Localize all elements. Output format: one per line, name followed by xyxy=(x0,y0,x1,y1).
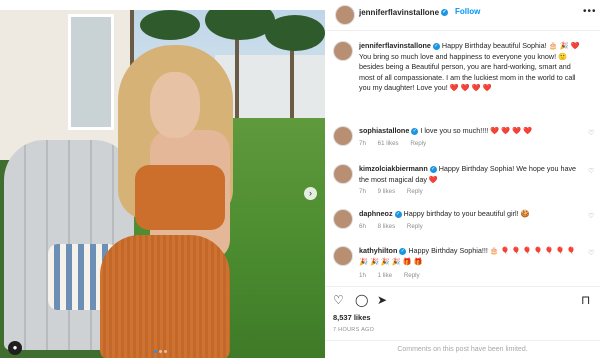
comment-likes[interactable]: 61 likes xyxy=(378,140,399,147)
header-username[interactable]: jenniferflavinstallone ✓ xyxy=(359,8,449,17)
bookmark-icon[interactable]: ⊓ xyxy=(581,293,590,307)
verified-icon: ✓ xyxy=(394,210,402,218)
comment-text: sophiastallone ✓ I love you so much!!!! ❤… xyxy=(359,126,584,137)
comment-body: I love you so much!!!! ❤️ ❤️ ❤️ ❤️ xyxy=(420,126,533,135)
heart-icon[interactable]: ♡ xyxy=(333,293,344,307)
orange-skirt xyxy=(100,235,230,358)
person-face xyxy=(150,72,200,138)
post-photo[interactable]: › ● xyxy=(0,10,325,358)
reply-button[interactable]: Reply xyxy=(407,223,423,230)
post-header: jenniferflavinstallone ✓ Follow ••• xyxy=(325,0,600,31)
orange-crop-top xyxy=(135,165,225,230)
comment-text: kimzolciakbiermann ✓ Happy Birthday Sophi… xyxy=(359,164,584,185)
comment-username[interactable]: daphneoz xyxy=(359,209,393,218)
comment-username[interactable]: sophiastallone xyxy=(359,126,409,135)
comment-like-icon[interactable]: ♡ xyxy=(588,249,594,257)
follow-button[interactable]: Follow xyxy=(455,7,480,16)
comment-meta: 1h 1 like Reply xyxy=(359,272,430,279)
verified-icon: ✓ xyxy=(429,165,437,173)
comment-age: 6h xyxy=(359,223,366,230)
comment-age: 1h xyxy=(359,272,366,279)
tagged-user-icon[interactable]: ● xyxy=(8,341,22,355)
comment-likes[interactable]: 1 like xyxy=(378,272,392,279)
next-photo-button[interactable]: › xyxy=(304,187,317,200)
reply-button[interactable]: Reply xyxy=(410,140,426,147)
avatar[interactable] xyxy=(333,164,353,184)
palm-leaves xyxy=(140,10,200,40)
comment-like-icon[interactable]: ♡ xyxy=(588,212,594,220)
avatar[interactable] xyxy=(333,126,353,146)
comment-like-icon[interactable]: ♡ xyxy=(588,167,594,175)
instagram-post: › ● jenniferflavinstallone ✓ Follow ••• j… xyxy=(0,0,600,358)
comment-age: 7h xyxy=(359,140,366,147)
comment-like-icon[interactable]: ♡ xyxy=(588,129,594,137)
avatar[interactable] xyxy=(333,209,353,229)
post-sidebar: jenniferflavinstallone ✓ Follow ••• jenni… xyxy=(325,0,600,358)
avatar[interactable] xyxy=(335,5,355,25)
header-username-text[interactable]: jenniferflavinstallone xyxy=(359,8,439,17)
more-horizontal-icon[interactable]: ••• xyxy=(583,6,597,17)
reply-button[interactable]: Reply xyxy=(404,272,420,279)
avatar[interactable] xyxy=(333,41,353,61)
carousel-dot xyxy=(159,350,162,353)
house-wall xyxy=(0,10,130,160)
carousel-indicator xyxy=(154,350,167,353)
post-actions: ♡ ◯ ➤ ⊓ xyxy=(325,286,600,313)
comment-username[interactable]: kimzolciakbiermann xyxy=(359,164,428,173)
share-icon[interactable]: ➤ xyxy=(377,293,387,307)
carousel-dot xyxy=(154,350,157,353)
comment-meta: 6h 8 likes Reply xyxy=(359,223,433,230)
verified-icon: ✓ xyxy=(411,127,419,135)
caption-text: jenniferflavinstallone ✓ Happy Birthday b… xyxy=(359,41,584,94)
avatar[interactable] xyxy=(333,246,353,266)
post-timestamp: 7 HOURS AGO xyxy=(333,327,375,333)
comment-text: daphneoz ✓ Happy birthday to your beautif… xyxy=(359,209,584,220)
palm-leaves xyxy=(265,15,325,51)
comment-meta: 7h 61 likes Reply xyxy=(359,140,436,147)
comment-body: Happy birthday to your beautiful girl! 🍪 xyxy=(403,209,530,218)
comment-likes[interactable]: 9 likes xyxy=(378,188,396,195)
comment-age: 7h xyxy=(359,188,366,195)
comment-username[interactable]: kathyhilton xyxy=(359,246,397,255)
chevron-right-icon: › xyxy=(309,188,312,198)
comment-likes[interactable]: 8 likes xyxy=(378,223,396,230)
caption-username[interactable]: jenniferflavinstallone xyxy=(359,41,431,50)
house-window xyxy=(68,14,114,130)
likes-count[interactable]: 8,537 likes xyxy=(333,313,371,322)
verified-icon: ✓ xyxy=(441,9,449,17)
verified-icon: ✓ xyxy=(432,42,440,50)
verified-icon: ✓ xyxy=(399,247,407,255)
comment-text: kathyhilton ✓ Happy Birthday Sophia!!! 🎂 … xyxy=(359,246,584,267)
comments-limited-notice: Comments on this post have been limited. xyxy=(325,340,600,359)
comment-meta: 7h 9 likes Reply xyxy=(359,188,433,195)
comment-icon[interactable]: ◯ xyxy=(355,293,368,307)
reply-button[interactable]: Reply xyxy=(407,188,423,195)
carousel-dot xyxy=(164,350,167,353)
